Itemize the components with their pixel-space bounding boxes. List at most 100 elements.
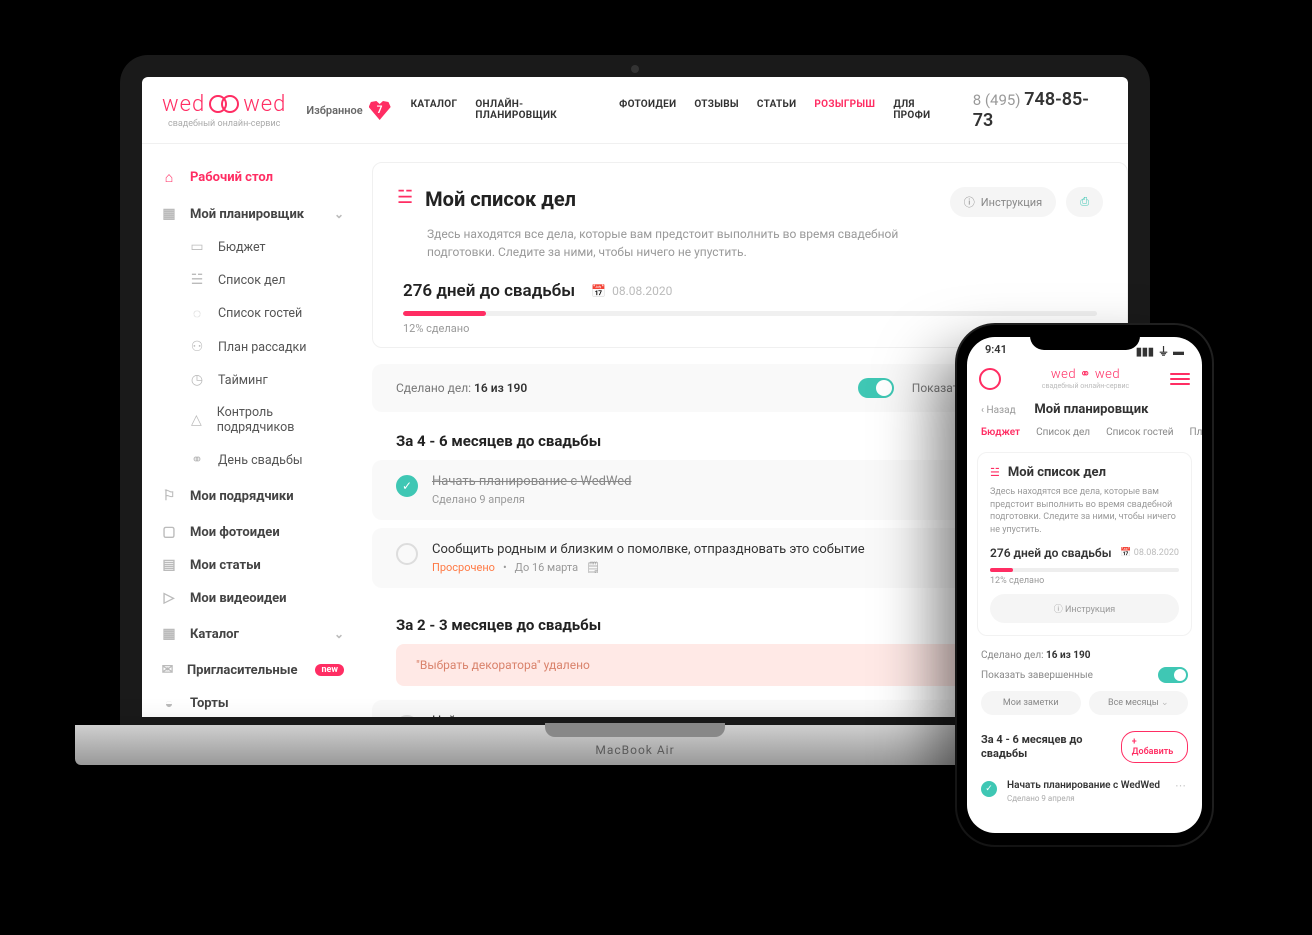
sidebar-item-todolist[interactable]: ☱Список дел [152,265,352,295]
wifi-icon: ⏚ [1158,343,1169,359]
webcam-dot [631,65,639,73]
sidebar-item-guests[interactable]: ◌Список гостей [152,298,352,329]
more-icon[interactable]: ⋯ [1175,779,1188,792]
sidebar-videoideas[interactable]: ▷Мои видеоидеи [152,583,352,613]
nav-planner[interactable]: ОНЛАЙН-ПЛАНИРОВЩИК [475,99,601,121]
sidebar-dashboard[interactable]: ⌂ Рабочий стол [152,162,352,193]
progress-fill [403,311,486,316]
check-done-icon[interactable]: ✓ [981,781,997,797]
top-nav: КАТАЛОГ ОНЛАЙН-ПЛАНИРОВЩИК ФОТОИДЕИ ОТЗЫ… [411,99,953,121]
info-icon: ⓘ [964,194,975,210]
mobile-page-title: Мой список дел [1008,465,1106,480]
status-time: 9:41 [985,343,1007,359]
todo-icon: ☱ [990,466,1000,479]
chevron-down-icon: ⌄ [334,207,344,221]
battery-icon: ▬ [1173,345,1184,358]
avatar-button[interactable] [979,368,1001,390]
planner-icon: ▦ [160,206,178,222]
sidebar-item-seating[interactable]: ⚇План рассадки [152,332,352,362]
days-to-wedding: 276 дней до свадьбы [403,281,575,301]
menu-button[interactable] [1170,373,1190,385]
favorites-button[interactable]: Избранное 7 [306,100,390,120]
logo-tagline: свадебный онлайн-сервис [168,119,280,129]
mobile-show-completed-label: Показать завершенные [981,670,1093,681]
task-meta: Просрочено • До 16 марта 🗒 [432,561,865,574]
sidebar: ⌂ Рабочий стол ▦ Мой планировщик ⌄ ▭Бюдж… [142,144,362,717]
back-button[interactable]: ‹ Назад [981,405,1016,416]
person-icon: ◌ [188,305,206,322]
sidebar-catalog[interactable]: ▦Каталог⌄ [152,619,352,649]
nav-giveaway[interactable]: РОЗЫГРЫШ [814,99,875,121]
task-title: Сообщить родным и близким о помолвке, от… [432,542,865,557]
mobile-group-header: За 4 - 6 месяцев до свадьбы + Добавить [967,725,1202,771]
mobile-tabs: Бюджет Список дел Список гостей План [967,417,1202,446]
check-empty-icon[interactable] [396,715,418,717]
check-done-icon[interactable]: ✓ [396,475,418,497]
instruction-button[interactable]: ⓘИнструкция [950,187,1056,217]
sidebar-photoideas[interactable]: ▢Мои фотоидеи [152,517,352,547]
list-icon: ☱ [188,272,206,288]
mobile-progress-label: 12% сделано [990,576,1179,586]
chevron-down-icon: ⌄ [334,627,344,641]
task-title: Начать планирование с WedWed [432,474,632,489]
sidebar-planner[interactable]: ▦ Мой планировщик ⌄ [152,199,352,229]
envelope-icon: ✉ [160,662,175,678]
sidebar-item-budget[interactable]: ▭Бюджет [152,232,352,262]
phone-prefix: 8 (495) [973,91,1025,109]
photo-icon: ▢ [160,524,178,540]
new-badge: new [315,664,344,676]
status-icons: ▮▮▮ ⏚ ▬ [1136,343,1184,359]
nav-photoideas[interactable]: ФОТОИДЕИ [619,99,676,121]
mobile-group-title: За 4 - 6 месяцев до свадьбы [981,733,1121,762]
sidebar-item-wedding-day[interactable]: ⚭День свадьбы [152,445,352,475]
laptop-hinge [545,723,725,737]
show-completed-toggle[interactable] [858,378,894,398]
rings-icon [209,93,239,115]
sidebar-invites[interactable]: ✉Пригласительныеnew [152,655,352,685]
nav-articles[interactable]: СТАТЬИ [757,99,797,121]
nav-catalog[interactable]: КАТАЛОГ [411,99,458,121]
tab-todolist[interactable]: Список дел [1036,427,1090,438]
mobile-date: 📅 08.08.2020 [1120,548,1179,558]
logo[interactable]: wed wed свадебный онлайн-сервис [162,92,286,129]
mobile-logo[interactable]: wed ⚭ wed свадебный онлайн-сервис [1001,367,1170,390]
mobile-instruction-button[interactable]: ⓘ Инструкция [990,594,1179,623]
nav-reviews[interactable]: ОТЗЫВЫ [694,99,739,121]
rings-small-icon: ⚭ [188,452,206,468]
tab-guests[interactable]: Список гостей [1106,427,1173,438]
overdue-label: Просрочено [432,561,495,574]
calendar-icon: 📅 [591,284,606,298]
done-count: Сделано дел: 16 из 190 [396,381,527,395]
mobile-header-panel: ☱ Мой список дел Здесь находятся все дел… [977,452,1192,636]
filter-months-button[interactable]: Все месяцы ⌄ [1089,691,1189,715]
tab-plan[interactable]: План [1190,427,1202,438]
nav-pro[interactable]: ДЛЯ ПРОФИ [893,99,952,121]
video-icon: ▷ [160,590,178,606]
add-task-button[interactable]: + Добавить [1121,731,1188,763]
page-title: Мой список дел [425,187,576,211]
note-icon: 🗒 [586,561,600,574]
sidebar-item-vendors-control[interactable]: △Контроль подрядчиков [152,398,352,442]
mobile-show-completed-toggle[interactable] [1158,667,1188,683]
print-icon: ⎙ [1080,195,1089,209]
heart-icon: 7 [369,100,391,120]
phone-mockup: 9:41 ▮▮▮ ⏚ ▬ wed ⚭ wed свадебный онлайн-… [957,325,1212,845]
mobile-task-row[interactable]: ✓ Начать планирование с WedWed Сделано 9… [967,771,1202,811]
due-date: До 16 марта [515,561,578,574]
sidebar-my-vendors[interactable]: ⚐Мои подрядчики [152,481,352,511]
sidebar-item-timing[interactable]: ◷Тайминг [152,365,352,395]
sidebar-cakes[interactable]: ◒Торты [152,688,352,717]
clock-icon: ◷ [188,372,206,388]
print-button[interactable]: ⎙ [1066,187,1103,217]
tab-budget[interactable]: Бюджет [981,427,1020,438]
article-icon: ▤ [160,557,178,573]
task-meta: Сделано 9 апреля [432,493,632,506]
check-empty-icon[interactable] [396,543,418,565]
home-icon: ⌂ [160,169,178,186]
header-phone[interactable]: 8 (495) 748-85-73 [973,89,1108,131]
vendor-icon: ⚐ [160,488,178,504]
sidebar-articles[interactable]: ▤Мои статьи [152,550,352,580]
mobile-toggle-row: Показать завершенные [967,663,1202,691]
filter-notes-button[interactable]: Мои заметки [981,691,1081,715]
logo-word-a: wed [162,92,205,117]
